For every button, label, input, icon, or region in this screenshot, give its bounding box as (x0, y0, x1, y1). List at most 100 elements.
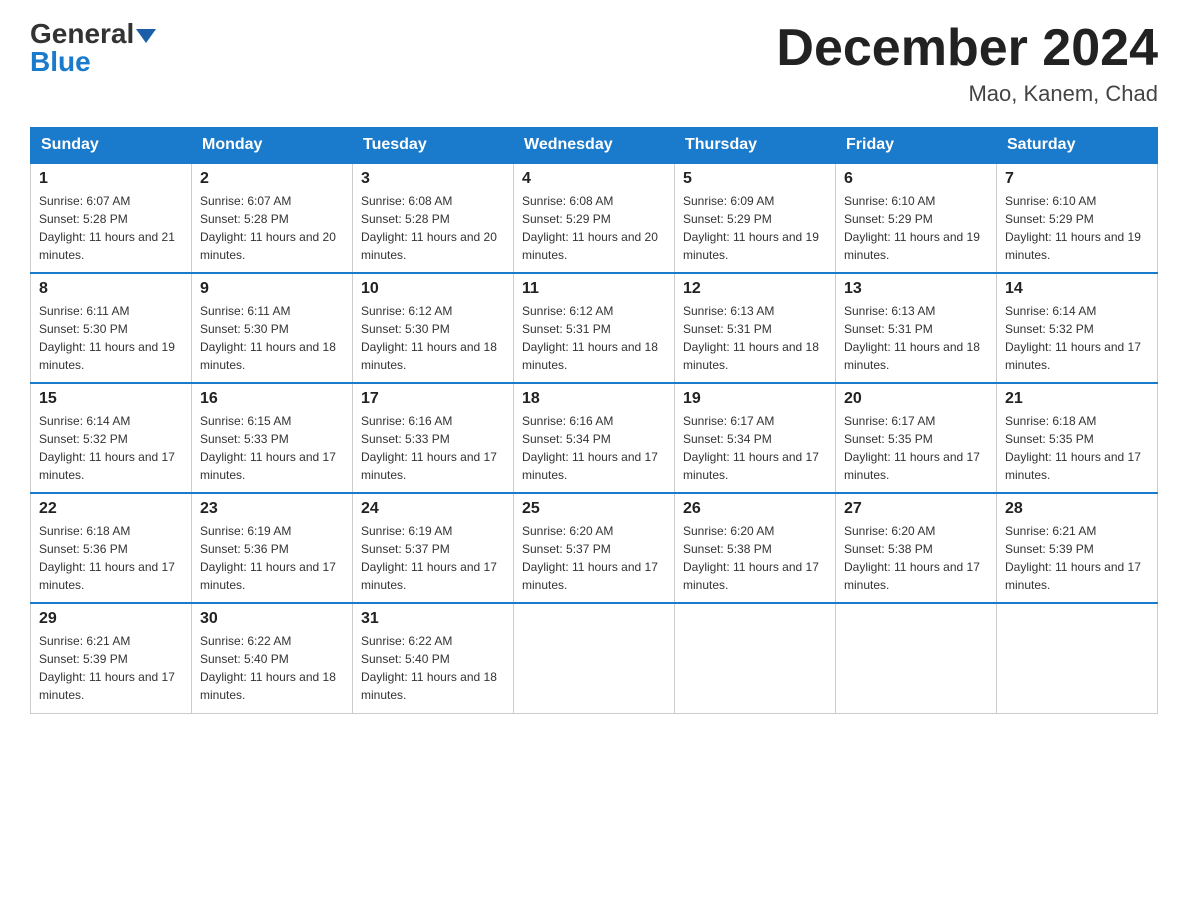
calendar-cell: 27 Sunrise: 6:20 AM Sunset: 5:38 PM Dayl… (836, 493, 997, 603)
col-friday: Friday (836, 128, 997, 164)
day-info: Sunrise: 6:13 AM Sunset: 5:31 PM Dayligh… (683, 302, 827, 374)
col-thursday: Thursday (675, 128, 836, 164)
day-number: 9 (200, 280, 344, 298)
day-info: Sunrise: 6:07 AM Sunset: 5:28 PM Dayligh… (39, 192, 183, 264)
col-wednesday: Wednesday (514, 128, 675, 164)
day-number: 25 (522, 500, 666, 518)
calendar-cell: 22 Sunrise: 6:18 AM Sunset: 5:36 PM Dayl… (31, 493, 192, 603)
logo-blue-text: Blue (30, 48, 91, 76)
day-info: Sunrise: 6:10 AM Sunset: 5:29 PM Dayligh… (844, 192, 988, 264)
day-info: Sunrise: 6:11 AM Sunset: 5:30 PM Dayligh… (200, 302, 344, 374)
calendar-cell: 11 Sunrise: 6:12 AM Sunset: 5:31 PM Dayl… (514, 273, 675, 383)
day-number: 3 (361, 170, 505, 188)
calendar-cell: 23 Sunrise: 6:19 AM Sunset: 5:36 PM Dayl… (192, 493, 353, 603)
day-info: Sunrise: 6:12 AM Sunset: 5:31 PM Dayligh… (522, 302, 666, 374)
day-number: 30 (200, 610, 344, 628)
day-number: 27 (844, 500, 988, 518)
day-number: 5 (683, 170, 827, 188)
calendar-cell (514, 603, 675, 713)
day-info: Sunrise: 6:15 AM Sunset: 5:33 PM Dayligh… (200, 412, 344, 484)
calendar-cell: 1 Sunrise: 6:07 AM Sunset: 5:28 PM Dayli… (31, 163, 192, 273)
day-number: 13 (844, 280, 988, 298)
calendar-cell: 26 Sunrise: 6:20 AM Sunset: 5:38 PM Dayl… (675, 493, 836, 603)
col-sunday: Sunday (31, 128, 192, 164)
day-info: Sunrise: 6:14 AM Sunset: 5:32 PM Dayligh… (39, 412, 183, 484)
logo-general-text: General (30, 20, 156, 48)
day-number: 20 (844, 390, 988, 408)
calendar-cell: 18 Sunrise: 6:16 AM Sunset: 5:34 PM Dayl… (514, 383, 675, 493)
day-number: 7 (1005, 170, 1149, 188)
day-number: 15 (39, 390, 183, 408)
calendar-cell: 13 Sunrise: 6:13 AM Sunset: 5:31 PM Dayl… (836, 273, 997, 383)
calendar-cell: 30 Sunrise: 6:22 AM Sunset: 5:40 PM Dayl… (192, 603, 353, 713)
day-number: 10 (361, 280, 505, 298)
day-number: 29 (39, 610, 183, 628)
calendar-week-1: 1 Sunrise: 6:07 AM Sunset: 5:28 PM Dayli… (31, 163, 1158, 273)
calendar-cell: 6 Sunrise: 6:10 AM Sunset: 5:29 PM Dayli… (836, 163, 997, 273)
day-info: Sunrise: 6:18 AM Sunset: 5:35 PM Dayligh… (1005, 412, 1149, 484)
col-saturday: Saturday (997, 128, 1158, 164)
day-number: 6 (844, 170, 988, 188)
month-year-title: December 2024 (776, 20, 1158, 77)
col-tuesday: Tuesday (353, 128, 514, 164)
calendar-cell: 7 Sunrise: 6:10 AM Sunset: 5:29 PM Dayli… (997, 163, 1158, 273)
calendar-cell: 21 Sunrise: 6:18 AM Sunset: 5:35 PM Dayl… (997, 383, 1158, 493)
day-number: 8 (39, 280, 183, 298)
day-number: 22 (39, 500, 183, 518)
day-number: 1 (39, 170, 183, 188)
day-info: Sunrise: 6:21 AM Sunset: 5:39 PM Dayligh… (1005, 522, 1149, 594)
calendar-cell: 10 Sunrise: 6:12 AM Sunset: 5:30 PM Dayl… (353, 273, 514, 383)
calendar-cell: 5 Sunrise: 6:09 AM Sunset: 5:29 PM Dayli… (675, 163, 836, 273)
calendar-cell: 28 Sunrise: 6:21 AM Sunset: 5:39 PM Dayl… (997, 493, 1158, 603)
calendar-week-2: 8 Sunrise: 6:11 AM Sunset: 5:30 PM Dayli… (31, 273, 1158, 383)
day-number: 21 (1005, 390, 1149, 408)
day-number: 24 (361, 500, 505, 518)
day-info: Sunrise: 6:08 AM Sunset: 5:28 PM Dayligh… (361, 192, 505, 264)
calendar-cell: 19 Sunrise: 6:17 AM Sunset: 5:34 PM Dayl… (675, 383, 836, 493)
calendar-cell: 24 Sunrise: 6:19 AM Sunset: 5:37 PM Dayl… (353, 493, 514, 603)
day-info: Sunrise: 6:08 AM Sunset: 5:29 PM Dayligh… (522, 192, 666, 264)
calendar-cell (836, 603, 997, 713)
calendar-week-5: 29 Sunrise: 6:21 AM Sunset: 5:39 PM Dayl… (31, 603, 1158, 713)
calendar-table: Sunday Monday Tuesday Wednesday Thursday… (30, 127, 1158, 714)
calendar-cell: 15 Sunrise: 6:14 AM Sunset: 5:32 PM Dayl… (31, 383, 192, 493)
day-info: Sunrise: 6:11 AM Sunset: 5:30 PM Dayligh… (39, 302, 183, 374)
day-info: Sunrise: 6:17 AM Sunset: 5:35 PM Dayligh… (844, 412, 988, 484)
calendar-cell: 9 Sunrise: 6:11 AM Sunset: 5:30 PM Dayli… (192, 273, 353, 383)
calendar-cell: 25 Sunrise: 6:20 AM Sunset: 5:37 PM Dayl… (514, 493, 675, 603)
day-number: 17 (361, 390, 505, 408)
calendar-cell: 20 Sunrise: 6:17 AM Sunset: 5:35 PM Dayl… (836, 383, 997, 493)
day-info: Sunrise: 6:14 AM Sunset: 5:32 PM Dayligh… (1005, 302, 1149, 374)
day-info: Sunrise: 6:22 AM Sunset: 5:40 PM Dayligh… (361, 632, 505, 704)
calendar-week-4: 22 Sunrise: 6:18 AM Sunset: 5:36 PM Dayl… (31, 493, 1158, 603)
title-block: December 2024 Mao, Kanem, Chad (776, 20, 1158, 107)
day-info: Sunrise: 6:21 AM Sunset: 5:39 PM Dayligh… (39, 632, 183, 704)
day-info: Sunrise: 6:16 AM Sunset: 5:34 PM Dayligh… (522, 412, 666, 484)
calendar-header-row: Sunday Monday Tuesday Wednesday Thursday… (31, 128, 1158, 164)
day-info: Sunrise: 6:20 AM Sunset: 5:37 PM Dayligh… (522, 522, 666, 594)
calendar-cell: 16 Sunrise: 6:15 AM Sunset: 5:33 PM Dayl… (192, 383, 353, 493)
day-info: Sunrise: 6:09 AM Sunset: 5:29 PM Dayligh… (683, 192, 827, 264)
col-monday: Monday (192, 128, 353, 164)
day-info: Sunrise: 6:19 AM Sunset: 5:37 PM Dayligh… (361, 522, 505, 594)
day-info: Sunrise: 6:22 AM Sunset: 5:40 PM Dayligh… (200, 632, 344, 704)
day-info: Sunrise: 6:16 AM Sunset: 5:33 PM Dayligh… (361, 412, 505, 484)
day-number: 11 (522, 280, 666, 298)
day-info: Sunrise: 6:20 AM Sunset: 5:38 PM Dayligh… (683, 522, 827, 594)
day-info: Sunrise: 6:19 AM Sunset: 5:36 PM Dayligh… (200, 522, 344, 594)
day-info: Sunrise: 6:17 AM Sunset: 5:34 PM Dayligh… (683, 412, 827, 484)
calendar-cell: 8 Sunrise: 6:11 AM Sunset: 5:30 PM Dayli… (31, 273, 192, 383)
day-number: 19 (683, 390, 827, 408)
calendar-week-3: 15 Sunrise: 6:14 AM Sunset: 5:32 PM Dayl… (31, 383, 1158, 493)
calendar-cell (675, 603, 836, 713)
page-header: General Blue December 2024 Mao, Kanem, C… (30, 20, 1158, 107)
day-info: Sunrise: 6:13 AM Sunset: 5:31 PM Dayligh… (844, 302, 988, 374)
calendar-cell: 29 Sunrise: 6:21 AM Sunset: 5:39 PM Dayl… (31, 603, 192, 713)
calendar-cell: 4 Sunrise: 6:08 AM Sunset: 5:29 PM Dayli… (514, 163, 675, 273)
day-number: 28 (1005, 500, 1149, 518)
day-info: Sunrise: 6:18 AM Sunset: 5:36 PM Dayligh… (39, 522, 183, 594)
logo: General Blue (30, 20, 156, 76)
day-number: 12 (683, 280, 827, 298)
day-number: 4 (522, 170, 666, 188)
day-number: 14 (1005, 280, 1149, 298)
